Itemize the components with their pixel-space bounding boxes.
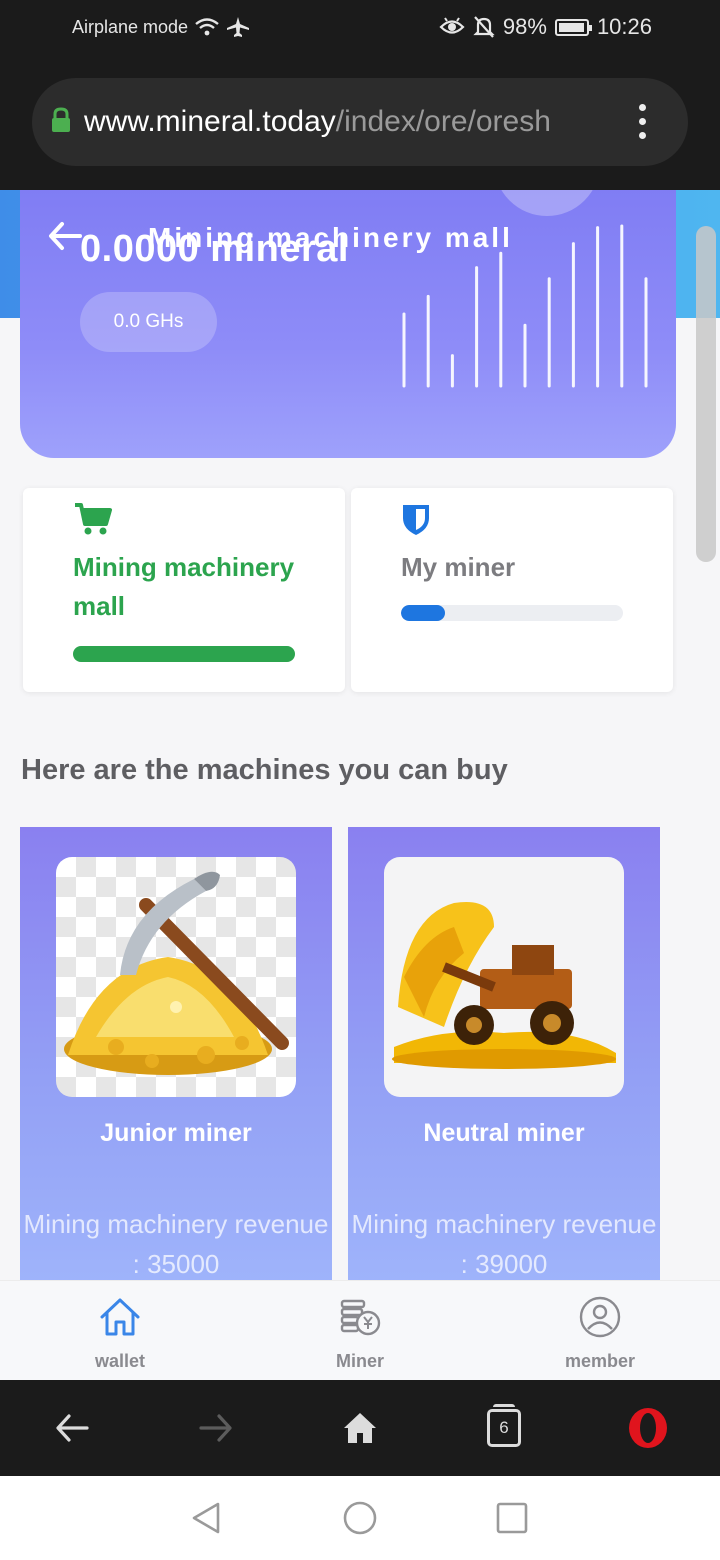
system-nav-bar [0, 1476, 720, 1560]
tab-miner[interactable]: Miner [240, 1281, 480, 1381]
mall-tab-card[interactable]: Mining machinery mall [23, 488, 345, 692]
tab-miner-label: Miner [335, 1351, 384, 1371]
bell-off-icon [473, 15, 495, 39]
browser-bottom-bar: 6 [0, 1380, 720, 1476]
airplane-mode-text: Airplane mode [72, 16, 189, 37]
my-miner-tab-label: My miner [401, 552, 516, 582]
tab-wallet-label: wallet [94, 1351, 146, 1371]
my-miner-progress-fill [401, 605, 446, 621]
tab-member[interactable]: member [480, 1281, 720, 1381]
address-bar[interactable]: www.mineral.today/index/ore/oresh [32, 78, 688, 166]
hashrate-badge: 0.0 GHs [80, 292, 217, 352]
url-path: /index/ore/oresh [335, 105, 551, 138]
home-icon[interactable] [336, 1404, 384, 1452]
url-text[interactable]: www.mineral.today/index/ore/oresh [84, 105, 599, 139]
balance-banner: 0.0000 mineral Mining machinery mall 0.0… [20, 190, 676, 458]
nav-home-icon[interactable] [342, 1500, 378, 1536]
bottom-tab-bar: wallet Miner member [0, 1280, 720, 1380]
lock-icon [50, 106, 72, 138]
back-arrow-icon[interactable] [48, 218, 82, 258]
product-name: Neutral miner [423, 1119, 585, 1147]
product-revenue: Mining machinery revenue : 35000 [23, 1209, 329, 1279]
my-miner-progress-track [401, 605, 623, 621]
cart-icon [73, 502, 113, 541]
battery-percent: 98% [502, 14, 547, 39]
mall-active-indicator [73, 646, 295, 662]
my-miner-tab-card[interactable]: My miner [351, 488, 673, 692]
user-circle-icon [579, 1296, 621, 1338]
tab-member-label: member [564, 1351, 636, 1371]
status-bar: Airplane mode 98% 10:26 [0, 0, 720, 56]
product-name: Junior miner [100, 1119, 252, 1147]
mall-tab-label: Mining machinery mall [73, 552, 295, 621]
clock: 10:26 [596, 14, 652, 39]
tabs-icon[interactable]: 6 [480, 1404, 528, 1452]
status-left: Airplane mode [72, 16, 250, 38]
tab-count: 6 [487, 1404, 521, 1447]
battery-level [558, 22, 585, 32]
browser-toolbar: www.mineral.today/index/ore/oresh [0, 56, 720, 190]
product-revenue: Mining machinery revenue : 39000 [351, 1209, 657, 1279]
opera-icon[interactable] [624, 1404, 672, 1452]
wifi-icon [194, 17, 220, 37]
section-title: Here are the machines you can buy [21, 754, 508, 786]
product-card-neutral-miner[interactable]: Neutral miner Mining machinery revenue :… [348, 827, 660, 1280]
battery-icon [554, 18, 592, 36]
page-scrollbar[interactable] [696, 226, 716, 562]
page-title: Mining machinery mall [148, 222, 513, 253]
nav-back-icon[interactable] [188, 1500, 224, 1536]
miner-coins-icon [340, 1299, 381, 1336]
bulldozer-gold-image [384, 857, 624, 1097]
page-content: 0.0000 mineral Mining machinery mall 0.0… [0, 190, 720, 1280]
url-domain: www.mineral.today [84, 105, 336, 138]
nav-recents-icon[interactable] [494, 1500, 530, 1536]
forward-arrow-icon[interactable] [192, 1404, 240, 1452]
eye-icon [439, 17, 465, 37]
browser-menu-icon[interactable] [639, 104, 646, 139]
tab-wallet[interactable]: wallet [0, 1281, 240, 1381]
pickaxe-gold-image [56, 857, 296, 1097]
back-arrow-icon[interactable] [48, 1404, 96, 1452]
house-icon [100, 1298, 140, 1336]
product-card-junior-miner[interactable]: Junior miner Mining machinery revenue : … [20, 827, 332, 1280]
status-right: 98% 10:26 [439, 14, 652, 40]
airplane-icon [226, 16, 250, 38]
shield-icon [401, 502, 431, 541]
